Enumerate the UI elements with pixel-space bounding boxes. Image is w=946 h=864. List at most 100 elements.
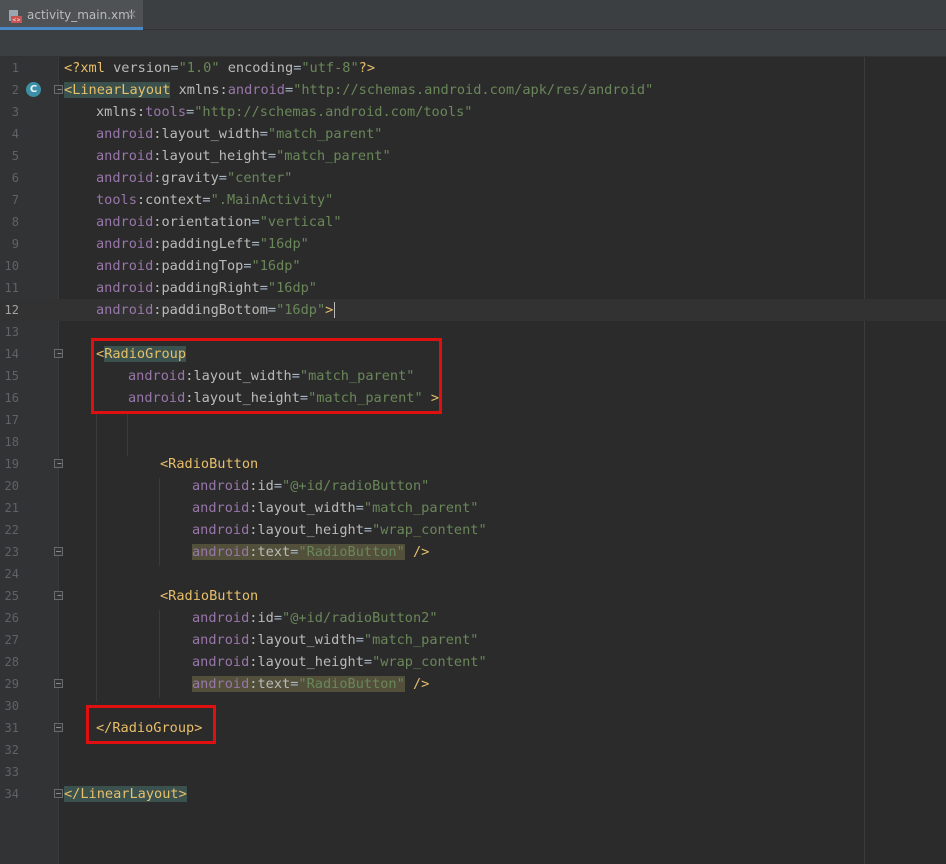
line-number: 25 (4, 589, 19, 603)
line-number: 17 (4, 413, 19, 427)
line-number: 12 (4, 303, 19, 317)
line-number: 6 (11, 171, 19, 185)
code-text: android:paddingRight="16dp" (96, 280, 317, 296)
line-number: 15 (4, 369, 19, 383)
code-text: android:layout_width="match_parent" (128, 368, 415, 384)
line-number: 26 (4, 611, 19, 625)
line-number: 32 (4, 743, 19, 757)
code-text: android:layout_width="match_parent" (192, 500, 479, 516)
line-number: 10 (4, 259, 19, 273)
code-line-29[interactable]: 29 android:text="RadioButton" /> (0, 673, 946, 695)
code-text: tools:context=".MainActivity" (96, 192, 334, 208)
code-text: android:paddingTop="16dp" (96, 258, 301, 274)
code-line-31[interactable]: 31 </RadioGroup> (0, 717, 946, 739)
line-number: 31 (4, 721, 19, 735)
fold-icon[interactable] (54, 85, 63, 94)
svg-text:<>: <> (12, 18, 20, 23)
fold-icon[interactable] (54, 591, 63, 600)
line-number: 24 (4, 567, 19, 581)
code-text: <RadioGroup (96, 346, 187, 362)
line-number: 8 (11, 215, 19, 229)
code-text: <?xml version="1.0" encoding="utf-8"?> (64, 60, 376, 76)
line-number: 19 (4, 457, 19, 471)
xml-file-icon: <> (9, 10, 22, 23)
line-number: 30 (4, 699, 19, 713)
code-line-15[interactable]: 15 android:layout_width="match_parent" (0, 365, 946, 387)
editor-tab-bar: <> activity_main.xml × (0, 0, 946, 30)
code-line-5[interactable]: 5 android:layout_height="match_parent" (0, 145, 946, 167)
code-line-34[interactable]: 34 </LinearLayout> (0, 783, 946, 805)
code-line-33[interactable]: 33 (0, 761, 946, 783)
tab-activity-main-xml[interactable]: <> activity_main.xml × (0, 0, 143, 30)
code-line-16[interactable]: 16 android:layout_height="match_parent" … (0, 387, 946, 409)
code-line-17[interactable]: 17 (0, 409, 946, 431)
code-line-1[interactable]: 1 <?xml version="1.0" encoding="utf-8"?> (0, 57, 946, 79)
code-line-3[interactable]: 3 xmlns:tools="http://schemas.android.co… (0, 101, 946, 123)
code-line-32[interactable]: 32 (0, 739, 946, 761)
code-text: android:text="RadioButton" /> (192, 544, 430, 560)
code-line-10[interactable]: 10 android:paddingTop="16dp" (0, 255, 946, 277)
fold-icon[interactable] (54, 349, 63, 358)
code-line-11[interactable]: 11 android:paddingRight="16dp" (0, 277, 946, 299)
code-line-26[interactable]: 26 android:id="@+id/radioButton2" (0, 607, 946, 629)
code-line-25[interactable]: 25 <RadioButton (0, 585, 946, 607)
code-line-18[interactable]: 18 (0, 431, 946, 453)
code-text: </LinearLayout> (64, 786, 187, 802)
code-line-7[interactable]: 7 tools:context=".MainActivity" (0, 189, 946, 211)
line-number: 11 (4, 281, 19, 295)
line-number: 5 (11, 149, 19, 163)
code-text: android:layout_width="match_parent" (96, 126, 383, 142)
line-number: 29 (4, 677, 19, 691)
line-number: 9 (11, 237, 19, 251)
line-number: 20 (4, 479, 19, 493)
code-line-6[interactable]: 6 android:gravity="center" (0, 167, 946, 189)
code-text: xmlns:tools="http://schemas.android.com/… (96, 104, 473, 120)
line-number: 7 (11, 193, 19, 207)
code-line-30[interactable]: 30 (0, 695, 946, 717)
code-line-19[interactable]: 19 <RadioButton (0, 453, 946, 475)
code-line-28[interactable]: 28 android:layout_height="wrap_content" (0, 651, 946, 673)
fold-icon[interactable] (54, 459, 63, 468)
fold-end-icon[interactable] (54, 547, 63, 556)
code-text: android:orientation="vertical" (96, 214, 342, 230)
line-number: 3 (11, 105, 19, 119)
code-line-14[interactable]: 14 <RadioGroup (0, 343, 946, 365)
code-text: android:id="@+id/radioButton" (192, 478, 430, 494)
code-text: android:text="RadioButton" /> (192, 676, 430, 692)
line-number: 21 (4, 501, 19, 515)
line-number: 22 (4, 523, 19, 537)
code-text: android:layout_width="match_parent" (192, 632, 479, 648)
code-text: <LinearLayout xmlns:android="http://sche… (64, 82, 654, 98)
code-line-9[interactable]: 9 android:paddingLeft="16dp" (0, 233, 946, 255)
fold-end-icon[interactable] (54, 723, 63, 732)
code-line-8[interactable]: 8 android:orientation="vertical" (0, 211, 946, 233)
line-number: 13 (4, 325, 19, 339)
close-icon[interactable]: × (127, 7, 137, 21)
code-text: </RadioGroup> (96, 720, 203, 736)
code-line-4[interactable]: 4 android:layout_width="match_parent" (0, 123, 946, 145)
line-number: 2 (11, 83, 19, 97)
line-number: 14 (4, 347, 19, 361)
line-number: 28 (4, 655, 19, 669)
code-line-27[interactable]: 27 android:layout_width="match_parent" (0, 629, 946, 651)
fold-end-icon[interactable] (54, 679, 63, 688)
code-line-24[interactable]: 24 (0, 563, 946, 585)
code-line-23[interactable]: 23 android:text="RadioButton" /> (0, 541, 946, 563)
class-reference-icon[interactable]: C (26, 82, 41, 97)
code-line-13[interactable]: 13 (0, 321, 946, 343)
code-text: android:layout_height="wrap_content" (192, 522, 487, 538)
code-text: android:paddingLeft="16dp" (96, 236, 309, 252)
fold-end-icon[interactable] (54, 789, 63, 798)
line-number: 34 (4, 787, 19, 801)
code-text: android:layout_height="match_parent" > (128, 390, 440, 406)
code-line-20[interactable]: 20 android:id="@+id/radioButton" (0, 475, 946, 497)
code-line-22[interactable]: 22 android:layout_height="wrap_content" (0, 519, 946, 541)
line-number: 18 (4, 435, 19, 449)
line-number: 4 (11, 127, 19, 141)
line-number: 16 (4, 391, 19, 405)
code-text: android:gravity="center" (96, 170, 293, 186)
code-line-12-current[interactable]: 12 android:paddingBottom="16dp"> (0, 299, 946, 321)
code-line-2[interactable]: 2 C <LinearLayout xmlns:android="http://… (0, 79, 946, 101)
code-text: android:paddingBottom="16dp"> (96, 302, 336, 318)
code-line-21[interactable]: 21 android:layout_width="match_parent" (0, 497, 946, 519)
